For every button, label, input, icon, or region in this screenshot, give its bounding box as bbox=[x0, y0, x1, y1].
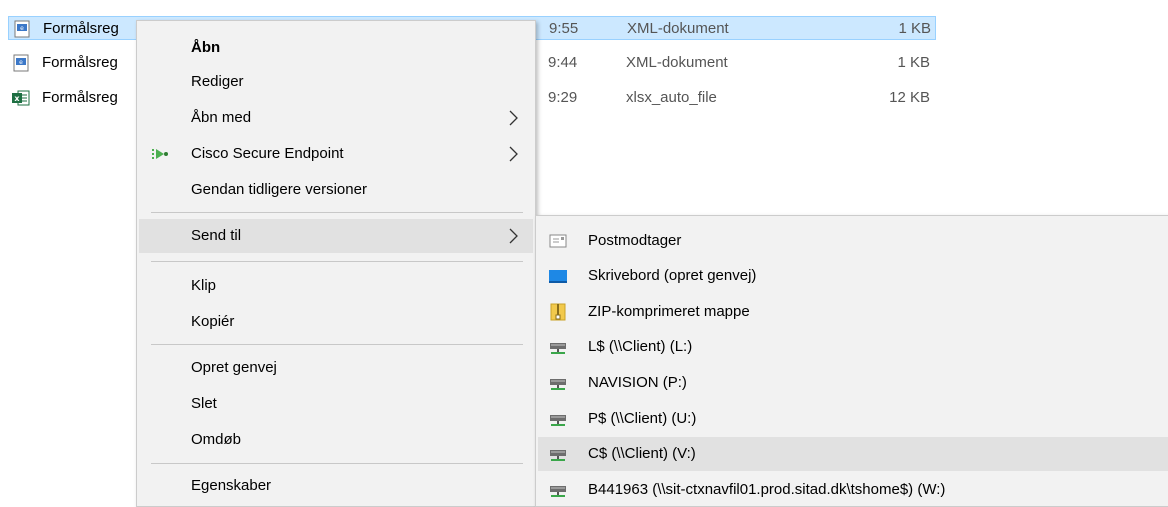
menu-item-label: Opret genvej bbox=[191, 359, 277, 376]
chevron-right-icon bbox=[509, 228, 518, 244]
menu-item-copy[interactable]: Kopiér bbox=[139, 305, 533, 339]
file-size: 1 KB bbox=[897, 54, 930, 71]
file-time: 9:44 bbox=[548, 54, 578, 71]
submenu-item-label: B441963 (\\sit-ctxnavfil01.prod.sitad.dk… bbox=[588, 481, 946, 498]
file-name: Formålsreg bbox=[43, 20, 119, 37]
menu-item-label: Egenskaber bbox=[191, 477, 272, 494]
menu-item-label: Åbn bbox=[191, 39, 221, 56]
send-to-drive-l[interactable]: L$ (\\Client) (L:) bbox=[538, 330, 1168, 364]
send-to-mail-recipient[interactable]: Postmodtager bbox=[538, 224, 1168, 258]
file-type: XML-dokument bbox=[627, 20, 729, 37]
menu-item-send-to[interactable]: Send til bbox=[139, 219, 533, 253]
send-to-drive-v[interactable]: C$ (\\Client) (V:) bbox=[538, 437, 1168, 471]
chevron-right-icon bbox=[509, 110, 518, 126]
zip-folder-icon bbox=[550, 303, 566, 321]
submenu-item-label: P$ (\\Client) (U:) bbox=[588, 410, 697, 427]
network-drive-icon bbox=[550, 450, 566, 461]
menu-item-label: Klip bbox=[191, 277, 217, 294]
menu-separator bbox=[151, 261, 523, 262]
desktop-icon bbox=[549, 270, 567, 283]
cisco-secure-endpoint-icon bbox=[152, 149, 168, 159]
chevron-right-icon bbox=[509, 146, 518, 162]
file-size: 12 KB bbox=[889, 89, 930, 106]
submenu-item-label: L$ (\\Client) (L:) bbox=[588, 338, 693, 355]
menu-item-open-with[interactable]: Åbn med bbox=[139, 101, 533, 135]
menu-item-label: Åbn med bbox=[191, 109, 252, 126]
network-drive-icon bbox=[550, 486, 566, 497]
menu-item-label: Gendan tidligere versioner bbox=[191, 181, 367, 198]
send-to-desktop[interactable]: Skrivebord (opret genvej) bbox=[538, 259, 1168, 293]
send-to-zip[interactable]: ZIP-komprimeret mappe bbox=[538, 295, 1168, 329]
submenu-item-label: ZIP-komprimeret mappe bbox=[588, 303, 750, 320]
menu-item-label: Kopiér bbox=[191, 313, 235, 330]
submenu-item-label: C$ (\\Client) (V:) bbox=[588, 445, 696, 462]
submenu-item-label: NAVISION (P:) bbox=[588, 374, 687, 391]
send-to-drive-p[interactable]: NAVISION (P:) bbox=[538, 366, 1168, 400]
menu-item-label: Rediger bbox=[191, 73, 244, 90]
xml-file-icon: e bbox=[14, 20, 30, 38]
mail-recipient-icon bbox=[549, 234, 567, 248]
menu-item-create-shortcut[interactable]: Opret genvej bbox=[139, 351, 533, 385]
svg-text:e: e bbox=[20, 25, 24, 32]
svg-text:x: x bbox=[14, 94, 20, 103]
menu-item-cut[interactable]: Klip bbox=[139, 269, 533, 303]
menu-item-cisco[interactable]: Cisco Secure Endpoint bbox=[139, 137, 533, 171]
menu-item-label: Send til bbox=[191, 227, 242, 244]
file-type: XML-dokument bbox=[626, 54, 728, 71]
menu-item-rename[interactable]: Omdøb bbox=[139, 423, 533, 457]
submenu-item-label: Skrivebord (opret genvej) bbox=[588, 267, 757, 284]
file-size: 1 KB bbox=[898, 20, 931, 37]
send-to-drive-w[interactable]: B441963 (\\sit-ctxnavfil01.prod.sitad.dk… bbox=[538, 473, 1168, 507]
menu-separator bbox=[151, 344, 523, 345]
context-menu: Åbn Rediger Åbn med Cisco Secure Endpoin… bbox=[136, 20, 536, 507]
menu-item-label: Cisco Secure Endpoint bbox=[191, 145, 344, 162]
file-name: Formålsreg bbox=[42, 54, 118, 71]
submenu-item-label: Postmodtager bbox=[588, 232, 682, 249]
svg-text:e: e bbox=[19, 59, 23, 66]
menu-item-open[interactable]: Åbn bbox=[139, 31, 533, 65]
send-to-drive-u[interactable]: P$ (\\Client) (U:) bbox=[538, 402, 1168, 436]
file-time: 9:55 bbox=[549, 20, 579, 37]
network-drive-icon bbox=[550, 343, 566, 354]
menu-item-delete[interactable]: Slet bbox=[139, 387, 533, 421]
file-type: xlsx_auto_file bbox=[626, 89, 717, 106]
menu-item-label: Slet bbox=[191, 395, 217, 412]
menu-item-label: Omdøb bbox=[191, 431, 242, 448]
file-time: 9:29 bbox=[548, 89, 578, 106]
network-drive-icon bbox=[550, 379, 566, 390]
network-drive-icon bbox=[550, 415, 566, 426]
menu-separator bbox=[151, 463, 523, 464]
excel-file-icon: x bbox=[12, 90, 30, 106]
menu-item-restore-versions[interactable]: Gendan tidligere versioner bbox=[139, 173, 533, 207]
menu-separator bbox=[151, 212, 523, 213]
send-to-submenu: Postmodtager Skrivebord (opret genvej) Z… bbox=[535, 215, 1168, 507]
menu-item-edit[interactable]: Rediger bbox=[139, 65, 533, 99]
menu-item-properties[interactable]: Egenskaber bbox=[139, 469, 533, 503]
xml-file-icon: e bbox=[13, 54, 29, 72]
file-name: Formålsreg bbox=[42, 89, 118, 106]
